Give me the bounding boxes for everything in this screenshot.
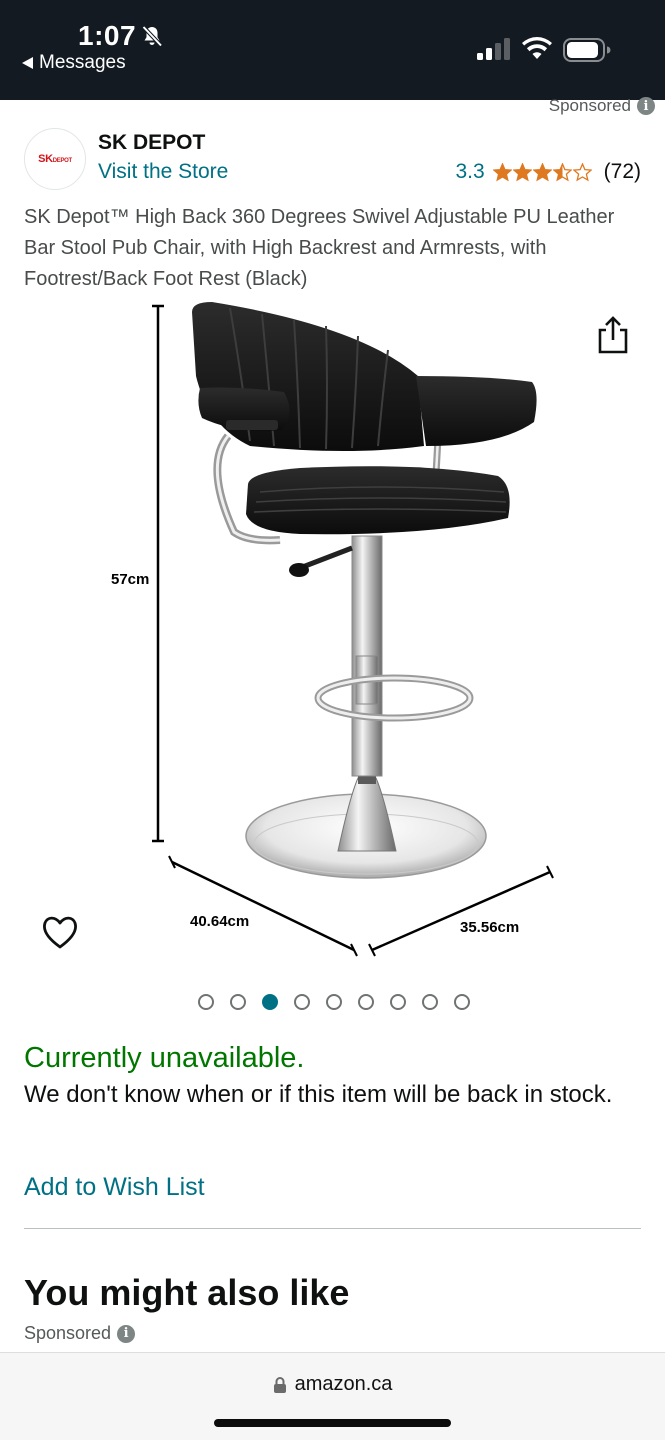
image-pagination <box>0 994 665 1010</box>
brand-logo-mark: SKDEPOT <box>38 153 72 165</box>
recommendations-title: You might also like <box>24 1272 350 1313</box>
visit-store-link[interactable]: Visit the Store <box>98 160 228 184</box>
pagination-dot[interactable] <box>325 994 342 1010</box>
brand-logo-sub: DEPOT <box>52 158 72 164</box>
availability-status: Currently unavailable. <box>24 1042 305 1074</box>
sponsored-label-top[interactable]: Sponsored i <box>549 96 655 116</box>
home-indicator[interactable] <box>214 1419 451 1427</box>
sponsored-label-bottom[interactable]: Sponsored i <box>24 1323 136 1344</box>
address-display[interactable]: amazon.ca <box>0 1373 665 1396</box>
depth-dimension-label: 35.56cm <box>460 919 519 936</box>
back-to-messages[interactable]: Messages <box>22 52 126 74</box>
sponsored-text: Sponsored <box>24 1323 112 1343</box>
rating-value: 3.3 <box>455 160 485 183</box>
product-image[interactable]: 57cm 40.64cm 35.56cm <box>100 296 560 966</box>
star-icon <box>492 162 512 181</box>
pagination-dot[interactable] <box>293 994 310 1010</box>
back-app-label: Messages <box>39 52 126 73</box>
rating-summary[interactable]: 3.3 (72) <box>455 160 641 184</box>
browser-address-bar[interactable]: amazon.ca <box>0 1352 665 1440</box>
info-icon: i <box>117 1324 136 1343</box>
star-icon <box>532 162 552 181</box>
battery-icon <box>563 38 611 62</box>
star-icon <box>512 162 532 181</box>
status-time: 1:07 <box>78 20 137 51</box>
heart-icon[interactable] <box>40 913 80 951</box>
availability-message: We don't know when or if this item will … <box>24 1081 613 1108</box>
rating-stars <box>492 162 592 182</box>
address-text: amazon.ca <box>294 1373 393 1395</box>
pagination-dot[interactable] <box>197 994 214 1010</box>
star-icon <box>552 162 572 181</box>
sponsored-text: Sponsored <box>548 96 631 115</box>
brand-logo-text: SK <box>38 153 53 165</box>
brand-logo[interactable]: SKDEPOT <box>24 128 86 190</box>
pagination-dot[interactable] <box>453 994 470 1010</box>
bell-slash-icon <box>142 25 163 47</box>
status-bar: 1:07 Messages <box>0 0 665 100</box>
brand-name: SK DEPOT <box>98 131 206 154</box>
info-icon: i <box>637 97 655 115</box>
lock-icon <box>273 1376 286 1393</box>
pagination-dot[interactable] <box>421 994 438 1010</box>
width-dimension-label: 40.64cm <box>190 913 249 930</box>
rating-count: (72) <box>603 160 641 183</box>
pagination-dot[interactable] <box>229 994 246 1010</box>
divider <box>24 1228 641 1229</box>
wifi-icon <box>522 37 552 59</box>
share-icon[interactable] <box>596 316 630 354</box>
pagination-dot[interactable] <box>261 994 278 1010</box>
pagination-dot[interactable] <box>389 994 406 1010</box>
signal-icon <box>477 38 510 60</box>
add-to-wish-list-link[interactable]: Add to Wish List <box>24 1173 205 1202</box>
star-icon <box>572 162 592 181</box>
depth-dimension-line <box>371 870 551 952</box>
product-title: SK Depot™ High Back 360 Degrees Swivel A… <box>24 206 615 290</box>
back-triangle-icon <box>22 57 33 69</box>
height-dimension-label: 57cm <box>111 571 149 588</box>
pagination-dot[interactable] <box>357 994 374 1010</box>
